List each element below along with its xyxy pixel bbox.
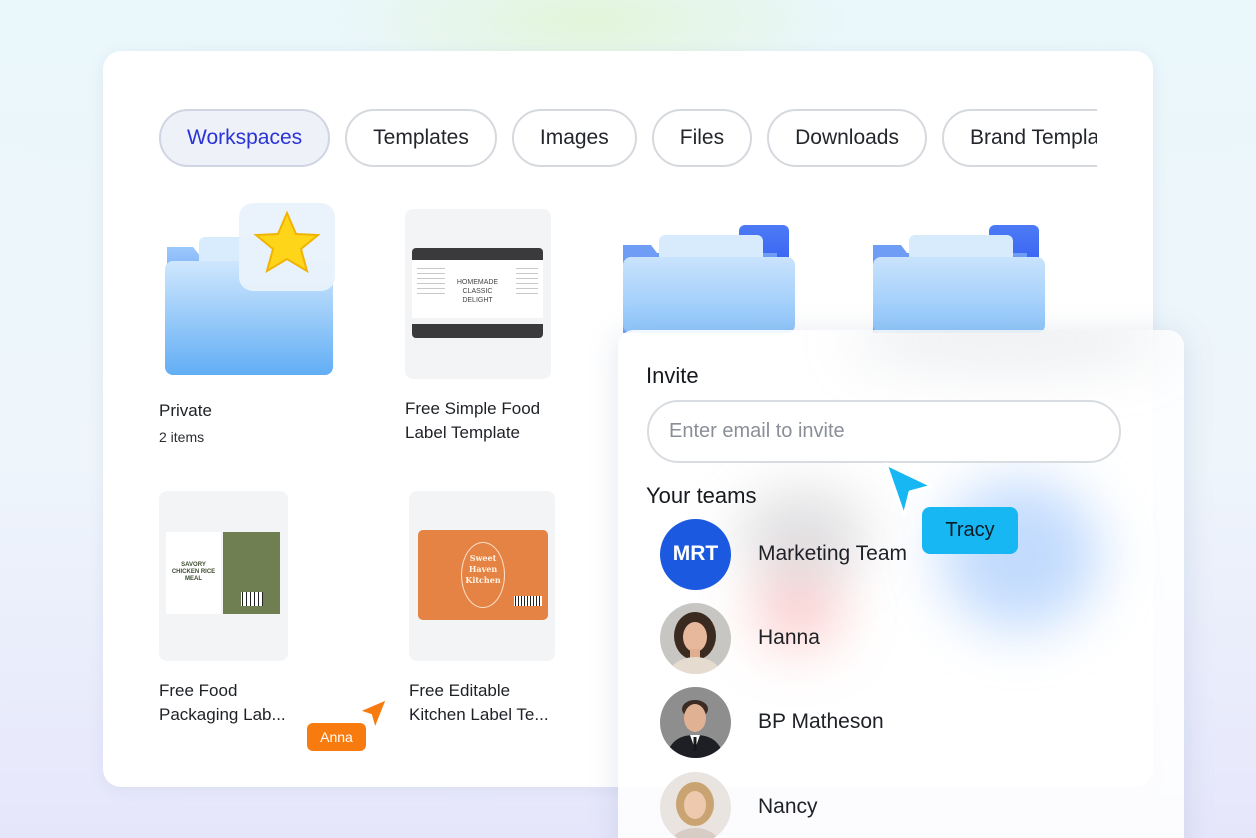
tab-templates[interactable]: Templates (345, 109, 497, 167)
label-text-lines (516, 268, 538, 298)
template-kitchen-label[interactable]: Sweet Haven Kitchen Free Editable Kitche… (409, 491, 609, 731)
template-title-line1: Free Food (159, 681, 238, 700)
folder-private[interactable]: Private 2 items (159, 203, 349, 453)
folder-icon (873, 225, 1045, 333)
tab-files[interactable]: Files (651, 109, 753, 167)
team-name: Hanna (758, 626, 820, 649)
starred-folder-icon (165, 203, 335, 375)
avatar (660, 602, 731, 674)
tab-images[interactable]: Images (511, 109, 637, 167)
label-oval: Sweet Haven Kitchen (461, 542, 505, 608)
folder-icon (623, 225, 795, 333)
tab-workspaces[interactable]: Workspaces (159, 109, 331, 167)
your-teams-label: Your teams (646, 483, 757, 508)
template-title-line2: Kitchen Label Te... (409, 705, 549, 724)
decorative-blur (848, 330, 1168, 370)
folder-item-count: 2 items (159, 429, 205, 445)
avatar: MRT (660, 518, 731, 590)
template-thumbnail: HOMEMADE CLASSIC DELIGHT (405, 209, 551, 379)
template-title-line2: Label Template (405, 423, 520, 442)
tab-brand-templates[interactable]: Brand Templates (942, 109, 1097, 167)
template-thumbnail: Sweet Haven Kitchen (409, 491, 555, 661)
label-top-band (412, 248, 543, 260)
avatar (660, 686, 731, 758)
team-item[interactable]: BP Matheson (660, 686, 1100, 758)
team-name: Nancy (758, 795, 818, 818)
template-title-line2: Packaging Lab... (159, 705, 286, 724)
label-orange-body: Sweet Haven Kitchen (418, 530, 548, 620)
template-title-line1: Free Simple Food (405, 399, 541, 418)
tab-downloads[interactable]: Downloads (767, 109, 927, 167)
invite-email-input[interactable] (647, 400, 1121, 463)
team-item[interactable]: Hanna (660, 602, 1100, 674)
tab-bar: Workspaces Templates Images Files Downlo… (159, 108, 1097, 168)
team-name: BP Matheson (758, 710, 884, 733)
avatar (660, 771, 731, 838)
collaborator-cursor-label: Anna (307, 723, 366, 751)
label-right-panel (223, 532, 280, 614)
invite-label: Invite (646, 363, 699, 388)
team-name: Marketing Team (758, 542, 908, 565)
barcode-icon (241, 592, 263, 606)
label-body: HOMEMADE CLASSIC DELIGHT (412, 260, 543, 318)
template-thumbnail: SAVORY CHICKEN RICE MEAL (159, 491, 288, 661)
label-bottom-band (412, 324, 543, 338)
collaborator-cursor-label: Tracy (922, 507, 1018, 554)
folder-title: Private (159, 401, 212, 420)
invite-panel: Invite Your teams MRT Marketing Team Han… (618, 330, 1184, 838)
team-item[interactable]: Nancy (660, 771, 1100, 838)
label-text-lines (417, 268, 445, 298)
team-item[interactable]: MRT Marketing Team (660, 518, 1100, 590)
template-packaging-label[interactable]: SAVORY CHICKEN RICE MEAL Free Food Packa… (159, 491, 359, 731)
template-title-line1: Free Editable (409, 681, 511, 700)
barcode-icon (514, 596, 542, 606)
template-food-label[interactable]: HOMEMADE CLASSIC DELIGHT Free Simple Foo… (405, 209, 585, 449)
label-left-panel: SAVORY CHICKEN RICE MEAL (166, 532, 221, 614)
